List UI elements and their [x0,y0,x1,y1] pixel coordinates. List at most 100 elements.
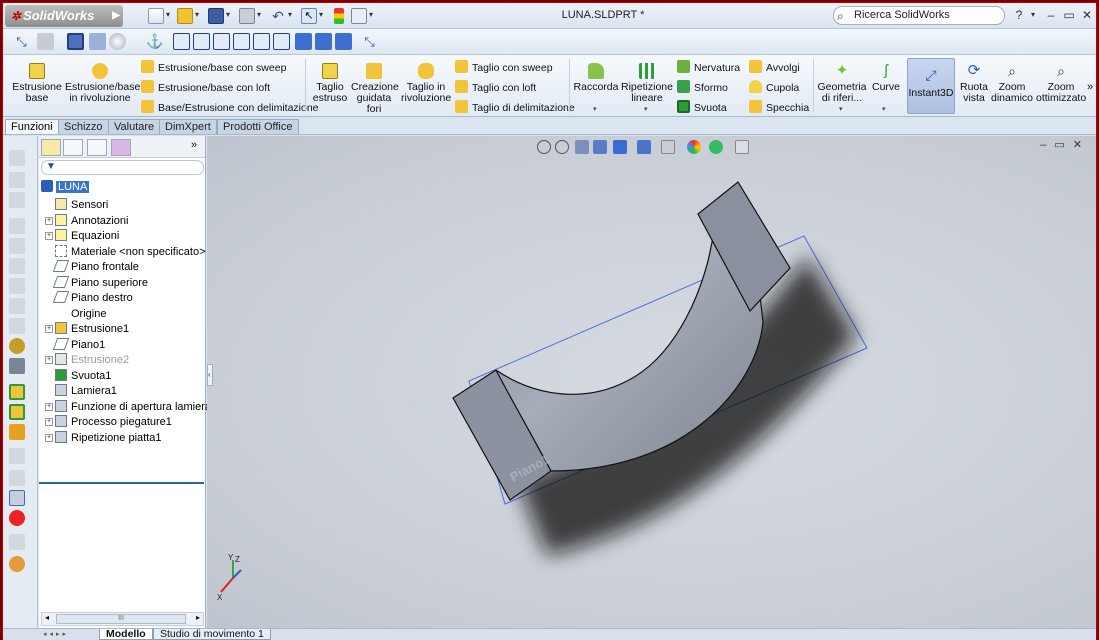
view-left-icon[interactable] [213,33,230,50]
tree-item[interactable]: Sensori [55,198,108,213]
smart-dimension-icon[interactable]: ⤡ [13,33,30,50]
break-corner-icon[interactable] [9,384,25,400]
section-view-icon[interactable] [89,33,106,50]
select-dropdown-icon[interactable]: ▾ [319,10,323,19]
view-front-icon[interactable] [173,33,190,50]
base-flange-icon[interactable] [9,150,25,166]
view-trimetric-icon[interactable] [315,33,332,50]
estrusione-base-button[interactable]: Estrusione base [11,59,63,104]
shaded-view-icon[interactable] [67,33,84,50]
expand-toggle-icon[interactable]: + [45,418,53,426]
tree-item[interactable]: Piano frontale [52,260,139,275]
scroll-right-icon[interactable]: ▸ [196,613,200,622]
closed-corner-icon[interactable] [9,338,25,354]
edge-flange-icon[interactable] [9,218,25,234]
curve-button[interactable]: ʃ Curve [869,59,903,93]
sformo-button[interactable]: Sformo [677,80,728,95]
configurationmanager-tab-icon[interactable] [87,139,107,156]
expand-toggle-icon[interactable]: + [45,216,53,225]
tree-item[interactable]: + Funzione di apertura lamiera1 [45,399,217,415]
tree-item[interactable]: + Processo piegature1 [45,415,172,430]
jog-icon[interactable] [9,278,25,294]
panel-collapse-button[interactable]: » [191,139,197,151]
close-button[interactable]: ✕ [1079,7,1095,23]
view-right-icon[interactable] [233,33,250,50]
anchor-icon[interactable]: ⚓ [146,33,163,50]
print-dropdown-icon[interactable]: ▾ [257,10,261,19]
creazione-guidata-fori-button[interactable]: Creazione guidata fori [351,59,399,115]
avvolgi-button[interactable]: Avvolgi [749,60,800,75]
nervatura-button[interactable]: Nervatura [677,60,740,75]
loft-boss-button[interactable]: Estrusione/base con loft [141,80,270,95]
raccorda-button[interactable]: Raccorda [573,59,619,93]
raccorda-dropdown-icon[interactable]: ▾ [593,105,597,113]
tree-item[interactable]: Piano superiore [52,275,148,291]
tree-item[interactable]: Piano1 [52,337,105,353]
boundary-boss-button[interactable]: Base/Estrusione con delimitazione [141,100,319,115]
curve-dropdown-icon[interactable]: ▾ [882,105,886,113]
loft-cut-button[interactable]: Taglio con loft [455,80,536,95]
geometria-dropdown-icon[interactable]: ▾ [839,105,843,113]
tree-root-part[interactable]: LUNA [41,180,90,195]
expand-toggle-icon[interactable]: + [45,433,53,442]
dimxpertmanager-tab-icon[interactable] [111,139,131,156]
view-isometric-icon[interactable] [295,33,312,50]
help-dropdown-icon[interactable]: ▾ [1025,7,1041,23]
tab-funzioni[interactable]: Funzioni [5,119,59,134]
undo-dropdown-icon[interactable]: ▾ [288,10,292,19]
expand-toggle-icon[interactable]: + [45,356,53,364]
convert-to-sheet-metal-icon[interactable] [9,172,25,188]
tree-item[interactable]: + Estrusione1 [45,322,129,337]
tab-valutare[interactable]: Valutare [108,119,161,134]
welded-corner-icon[interactable] [9,358,25,374]
expand-toggle-icon[interactable]: + [45,402,53,411]
rip-icon[interactable] [9,556,25,572]
taglio-estruso-button[interactable]: Taglio estruso [309,59,351,104]
normal-to-icon[interactable]: ⤡ [361,33,378,50]
undo-icon[interactable]: ↶ [270,8,286,24]
tree-filter-input[interactable]: ▼ [41,160,204,175]
miter-flange-icon[interactable] [9,238,25,254]
expand-toggle-icon[interactable]: + [45,325,53,333]
sketched-bend-icon[interactable] [9,298,25,314]
view-dimetric-icon[interactable] [335,33,352,50]
tab-modello[interactable]: Modello [99,629,153,640]
svuota-button[interactable]: Svuota [677,100,727,115]
tree-item[interactable]: Lamiera1 [55,384,117,399]
save-icon[interactable] [208,8,224,24]
save-dropdown-icon[interactable]: ▾ [226,10,230,19]
tree-item[interactable]: + Ripetizione piatta1 [45,430,162,446]
insert-bends-icon[interactable] [9,534,25,550]
open-folder-icon[interactable] [177,8,193,24]
instant3d-button[interactable]: ⤢ Instant3D [907,58,955,114]
solidworks-logo[interactable]: ✲ SolidWorks ▶ [5,5,123,27]
tab-schizzo[interactable]: Schizzo [58,119,109,134]
estrusione-rivoluzione-button[interactable]: Estrusione/base in rivoluzione [65,59,140,104]
options-dropdown-icon[interactable]: ▾ [369,10,373,19]
expand-toggle-icon[interactable]: + [45,232,53,240]
tree-item[interactable]: Svuota1 [55,368,111,384]
geometria-riferimento-button[interactable]: ✦ Geometria di riferi... [817,59,867,104]
fold-icon[interactable] [9,470,25,486]
new-document-icon[interactable] [148,8,164,24]
open-dropdown-icon[interactable]: ▾ [195,10,199,19]
view-top-icon[interactable] [253,33,270,50]
select-pointer-icon[interactable]: ↖ [301,8,317,24]
boundary-cut-button[interactable]: Taglio di delimitazione [455,100,575,115]
restore-button[interactable]: ▭ [1061,7,1077,23]
tree-item[interactable]: Origine [55,307,106,322]
sweep-boss-button[interactable]: Estrusione/base con sweep [141,60,286,75]
part-model[interactable]: Piano1 [207,136,1096,630]
zoom-ottimizzato-button[interactable]: ⌕ Zoom ottimizzato [1036,59,1086,104]
tab-dimxpert[interactable]: DimXpert [159,119,217,134]
tab-studio-movimento[interactable]: Studio di movimento 1 [153,629,271,640]
zoom-dinamico-button[interactable]: ⌕ Zoom dinamico [991,59,1033,104]
appearance-sphere-icon[interactable] [109,33,126,50]
tree-item[interactable]: + Equazioni [45,229,119,244]
unfold-icon[interactable] [9,448,25,464]
search-input[interactable]: ⌕ Ricerca SolidWorks [833,6,1005,25]
no-bends-icon[interactable] [9,510,25,526]
specchia-button[interactable]: Specchia [749,100,809,115]
cross-break-icon[interactable] [9,318,25,334]
new-dropdown-icon[interactable]: ▾ [166,10,170,19]
